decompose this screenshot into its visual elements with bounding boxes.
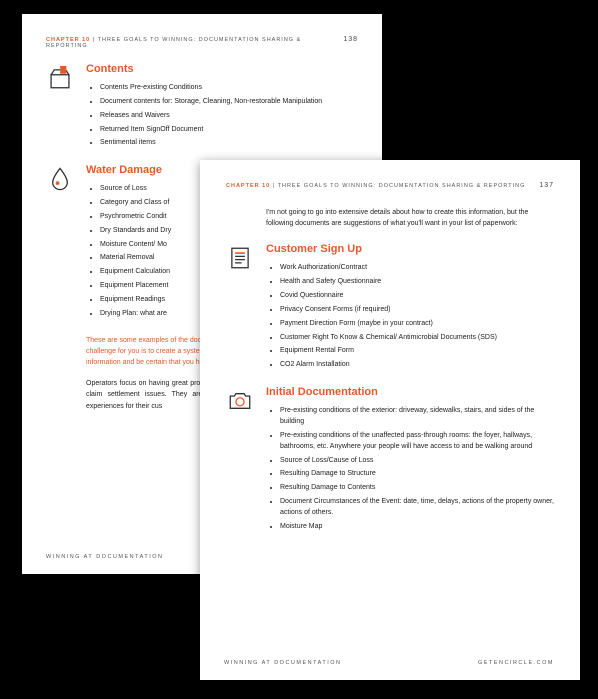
section-initial-documentation: Initial Documentation Pre-existing condi… xyxy=(226,386,554,535)
footer-right: GETENCIRCLE.COM xyxy=(478,660,554,666)
document-page-front: CHAPTER 10 | Three goals to winning: Doc… xyxy=(200,160,580,680)
section-title: Initial Documentation xyxy=(266,386,554,398)
list-item: Document Circumstances of the Event: dat… xyxy=(280,497,554,519)
list-item: Moisture Map xyxy=(280,522,554,533)
chapter-header: CHAPTER 10 | Three goals to winning: Doc… xyxy=(226,182,554,189)
bullet-list: Contents Pre-existing Conditions Documen… xyxy=(86,83,358,149)
water-drop-icon xyxy=(46,164,74,192)
list-item: Source of Loss/Cause of Loss xyxy=(280,456,554,467)
footer-left: WINNING AT DOCUMENTATION xyxy=(224,660,341,666)
chapter-label: CHAPTER 10 | Three goals to winning: Doc… xyxy=(226,183,525,189)
section-contents: Contents Contents Pre-existing Condition… xyxy=(46,63,358,152)
footer-left: WINNING AT DOCUMENTATION xyxy=(46,554,163,560)
chapter-prefix: CHAPTER 10 xyxy=(226,183,270,189)
list-item: Equipment Rental Form xyxy=(280,346,554,357)
list-item: Resulting Damage to Contents xyxy=(280,483,554,494)
list-item: Pre-existing conditions of the exterior:… xyxy=(280,406,554,428)
list-item: Work Authorization/Contract xyxy=(280,263,554,274)
page-number: 137 xyxy=(539,182,554,189)
list-item: Resulting Damage to Structure xyxy=(280,469,554,480)
list-item: Document contents for: Storage, Cleaning… xyxy=(100,97,358,108)
page-number: 138 xyxy=(343,36,358,43)
chapter-title: | Three goals to winning: Documentation … xyxy=(270,183,525,189)
list-item: Payment Direction Form (maybe in your co… xyxy=(280,319,554,330)
list-item: Pre-existing conditions of the unaffecte… xyxy=(280,431,554,453)
chapter-label: CHAPTER 10 | Three goals to winning: Doc… xyxy=(46,37,343,49)
list-item: CO2 Alarm Installation xyxy=(280,360,554,371)
bullet-list: Work Authorization/Contract Health and S… xyxy=(266,263,554,371)
list-item: Privacy Consent Forms (if required) xyxy=(280,305,554,316)
list-item: Covid Questionnaire xyxy=(280,291,554,302)
intro-paragraph: I'm not going to go into extensive detai… xyxy=(266,207,554,229)
list-item: Customer Right To Know & Chemical/ Antim… xyxy=(280,333,554,344)
document-lines-icon xyxy=(226,243,254,271)
chapter-header: CHAPTER 10 | Three goals to winning: Doc… xyxy=(46,36,358,49)
list-item: Releases and Waivers xyxy=(100,111,358,122)
camera-icon xyxy=(226,386,254,414)
page-footer: WINNING AT DOCUMENTATION GETENCIRCLE.COM xyxy=(224,660,554,666)
list-item: Contents Pre-existing Conditions xyxy=(100,83,358,94)
section-title: Contents xyxy=(86,63,358,75)
section-customer-signup: Customer Sign Up Work Authorization/Cont… xyxy=(226,243,554,374)
bullet-list: Pre-existing conditions of the exterior:… xyxy=(266,406,554,532)
section-title: Customer Sign Up xyxy=(266,243,554,255)
list-item: Returned Item SignOff Document xyxy=(100,125,358,136)
list-item: Sentimental items xyxy=(100,138,358,149)
box-icon xyxy=(46,63,74,91)
list-item: Health and Safety Questionnaire xyxy=(280,277,554,288)
